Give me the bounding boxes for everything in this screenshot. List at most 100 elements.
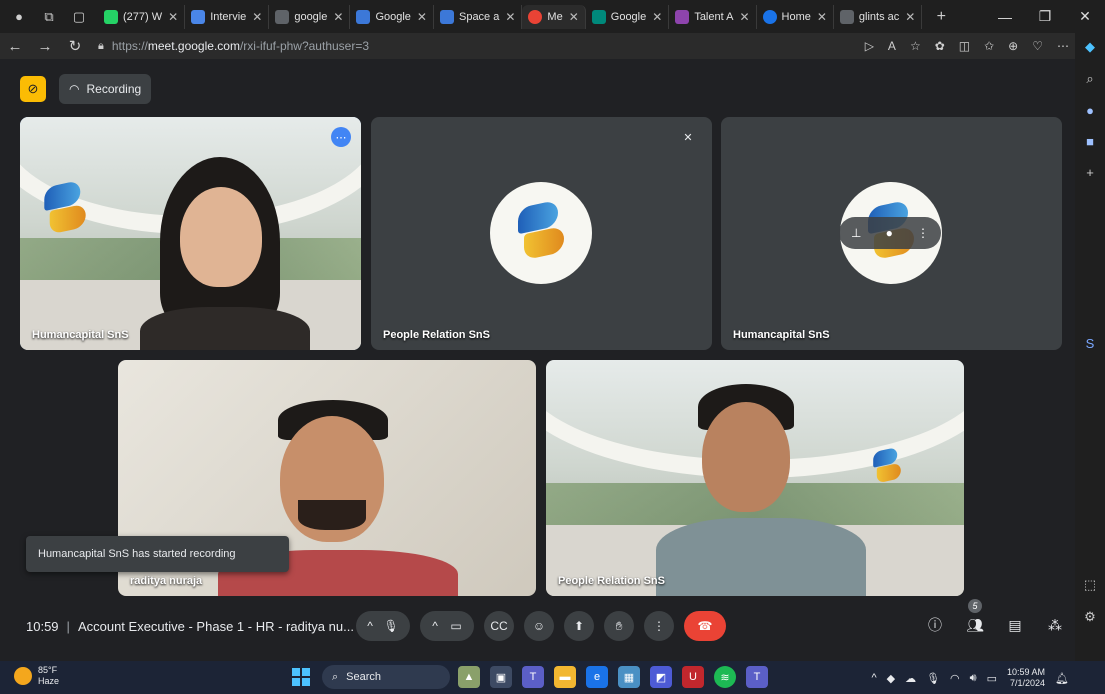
screenshot-icon[interactable]: ⬚ bbox=[1084, 577, 1096, 593]
restore-icon[interactable]: ❐ bbox=[1025, 0, 1065, 33]
chevron-up-icon[interactable]: ^ bbox=[367, 619, 373, 633]
workspaces-icon[interactable]: ⧉ bbox=[38, 6, 60, 28]
favorites-icon[interactable]: ✩ bbox=[984, 39, 994, 53]
copilot-icon[interactable]: ◆ bbox=[1085, 39, 1095, 55]
shopping-icon[interactable]: ● bbox=[1086, 103, 1094, 118]
tab-glints[interactable]: glints ac ✕ bbox=[834, 4, 923, 29]
end-call-button[interactable]: ☎ bbox=[684, 611, 726, 641]
tab-interview[interactable]: Intervie ✕ bbox=[185, 4, 270, 29]
wifi-icon[interactable]: ◠ bbox=[950, 672, 960, 685]
close-icon[interactable]: ✕ bbox=[739, 10, 749, 24]
back-icon[interactable]: ← bbox=[0, 38, 30, 55]
search-icon bbox=[275, 9, 290, 24]
favorite-star-icon[interactable]: ☆ bbox=[910, 39, 921, 53]
lock-icon[interactable]: 🔒︎ bbox=[98, 40, 104, 53]
url-field[interactable]: 🔒︎ https://meet.google.com/rxi-ifuf-phw?… bbox=[98, 39, 369, 53]
tab-label: Google bbox=[375, 10, 411, 23]
close-icon[interactable]: ✕ bbox=[652, 10, 662, 24]
camera-icon[interactable]: ▭ bbox=[450, 619, 461, 633]
add-icon[interactable]: + bbox=[1086, 165, 1094, 180]
reactions-button[interactable]: ☺ bbox=[524, 611, 554, 641]
chevron-up-icon[interactable]: ^ bbox=[871, 672, 876, 684]
search-icon[interactable]: ⌕ bbox=[1086, 71, 1093, 87]
spotify-icon[interactable]: ≋ bbox=[714, 666, 736, 688]
outlook-icon[interactable]: ■ bbox=[1086, 134, 1094, 149]
close-icon[interactable]: ✕ bbox=[168, 10, 178, 24]
mic-tray-icon[interactable]: 🎙︎ bbox=[926, 672, 940, 685]
close-icon[interactable]: ✕ bbox=[417, 10, 427, 24]
docs-icon bbox=[439, 9, 454, 24]
no-camera-indicator-icon[interactable]: ⊘ bbox=[20, 76, 46, 102]
chat-icon[interactable]: ▤ bbox=[1004, 613, 1026, 637]
mic-icon[interactable]: ● bbox=[886, 226, 893, 240]
participant-tile[interactable]: ⊥ ● ⋮ Humancapital SnS bbox=[721, 117, 1062, 350]
read-aloud-icon[interactable]: A bbox=[888, 39, 896, 53]
browser-essentials-icon[interactable]: ♡ bbox=[1032, 39, 1043, 53]
weather-widget[interactable]: 85°F Haze bbox=[14, 665, 59, 687]
more-vert-icon[interactable]: ⋮ bbox=[917, 226, 929, 240]
landscape-app-icon[interactable]: ▲ bbox=[458, 666, 480, 688]
edge-icon[interactable]: e bbox=[586, 666, 608, 688]
tab-home[interactable]: Home ✕ bbox=[757, 4, 834, 29]
more-icon[interactable]: ⋯ bbox=[1057, 39, 1069, 53]
clock[interactable]: 10:59 AM 7/1/2024 bbox=[1007, 667, 1045, 689]
tab-talent[interactable]: Talent A ✕ bbox=[669, 4, 757, 29]
close-icon[interactable]: ✕ bbox=[905, 10, 915, 24]
participant-tile[interactable]: ✕︎ People Relation SnS bbox=[371, 117, 712, 350]
close-window-icon[interactable]: ✕ bbox=[1065, 0, 1105, 33]
new-tab-icon[interactable]: + bbox=[930, 6, 952, 28]
close-icon[interactable]: ✕ bbox=[817, 10, 827, 24]
chevron-up-icon[interactable]: ^ bbox=[432, 619, 438, 633]
profile-icon[interactable]: ● bbox=[8, 6, 30, 28]
camera-in-use-icon[interactable]: ▷ bbox=[865, 39, 874, 53]
tab-google-meet[interactable]: Google ✕ bbox=[586, 4, 670, 29]
sidebar-app-icon[interactable]: S bbox=[1086, 336, 1095, 351]
present-button[interactable]: ⬆ bbox=[564, 611, 594, 641]
raise-hand-button[interactable]: ✋︎ bbox=[604, 611, 634, 641]
refresh-icon[interactable]: ↻ bbox=[60, 37, 90, 55]
task-view-icon[interactable]: ▣ bbox=[490, 666, 512, 688]
settings-icon[interactable]: ⚙ bbox=[1084, 609, 1096, 625]
more-options-button[interactable]: ⋮ bbox=[644, 611, 674, 641]
file-explorer-icon[interactable]: ▬ bbox=[554, 666, 576, 688]
forward-icon[interactable]: → bbox=[30, 38, 60, 55]
onedrive-icon[interactable]: ☁ bbox=[905, 672, 916, 685]
app-tray-icon[interactable]: ◆ bbox=[887, 672, 895, 685]
close-icon[interactable]: ✕ bbox=[505, 10, 515, 24]
volume-icon[interactable]: 🔊︎ bbox=[970, 672, 977, 685]
windows-start-icon[interactable] bbox=[292, 668, 310, 686]
tab-meet[interactable]: Me ✕ bbox=[522, 4, 586, 29]
teams-work-icon[interactable]: T bbox=[746, 666, 768, 688]
split-screen-icon[interactable]: ◫ bbox=[959, 39, 970, 53]
company-logo bbox=[870, 447, 905, 487]
teams-icon[interactable]: T bbox=[522, 666, 544, 688]
captions-button[interactable]: CC bbox=[484, 611, 514, 641]
activities-icon[interactable]: ⁂ bbox=[1044, 613, 1066, 637]
battery-icon[interactable]: ▭ bbox=[987, 672, 997, 685]
tab-space[interactable]: Space a ✕ bbox=[434, 4, 523, 29]
close-icon[interactable]: ✕ bbox=[252, 10, 262, 24]
minimize-icon[interactable]: — bbox=[985, 0, 1025, 33]
notification-bell-icon[interactable]: 🔔︎ bbox=[1055, 672, 1069, 685]
participant-tile[interactable]: People Relation SnS bbox=[546, 360, 964, 596]
participant-tile[interactable]: ⋯ Humancapital SnS bbox=[20, 117, 361, 350]
tab-google-docs[interactable]: Google ✕ bbox=[350, 4, 434, 29]
app-icon[interactable]: ◩ bbox=[650, 666, 672, 688]
close-icon[interactable]: ✕ bbox=[333, 10, 343, 24]
mcafee-icon[interactable]: U bbox=[682, 666, 704, 688]
tab-whatsapp[interactable]: (277) W ✕ bbox=[98, 4, 186, 29]
globe-icon bbox=[762, 9, 777, 24]
collections-icon[interactable]: ⊕ bbox=[1008, 39, 1018, 53]
meeting-details-icon[interactable]: ⓘ bbox=[924, 613, 946, 637]
recording-indicator[interactable]: ◠ Recording bbox=[59, 74, 152, 104]
pin-icon[interactable]: ⊥ bbox=[851, 226, 861, 240]
store-icon[interactable]: ▦ bbox=[618, 666, 640, 688]
mic-icon[interactable]: 🎙︎ bbox=[383, 619, 398, 633]
extensions-icon[interactable]: ✿ bbox=[935, 39, 945, 53]
more-options-icon[interactable]: ⋯ bbox=[331, 127, 351, 147]
people-icon[interactable]: 👥︎ 5 bbox=[964, 599, 986, 637]
taskbar-search[interactable]: ⌕ Search bbox=[322, 665, 450, 689]
tab-google-search[interactable]: google ✕ bbox=[269, 4, 351, 29]
tab-actions-icon[interactable]: ▢ bbox=[68, 6, 90, 28]
close-icon[interactable]: ✕ bbox=[569, 10, 579, 24]
